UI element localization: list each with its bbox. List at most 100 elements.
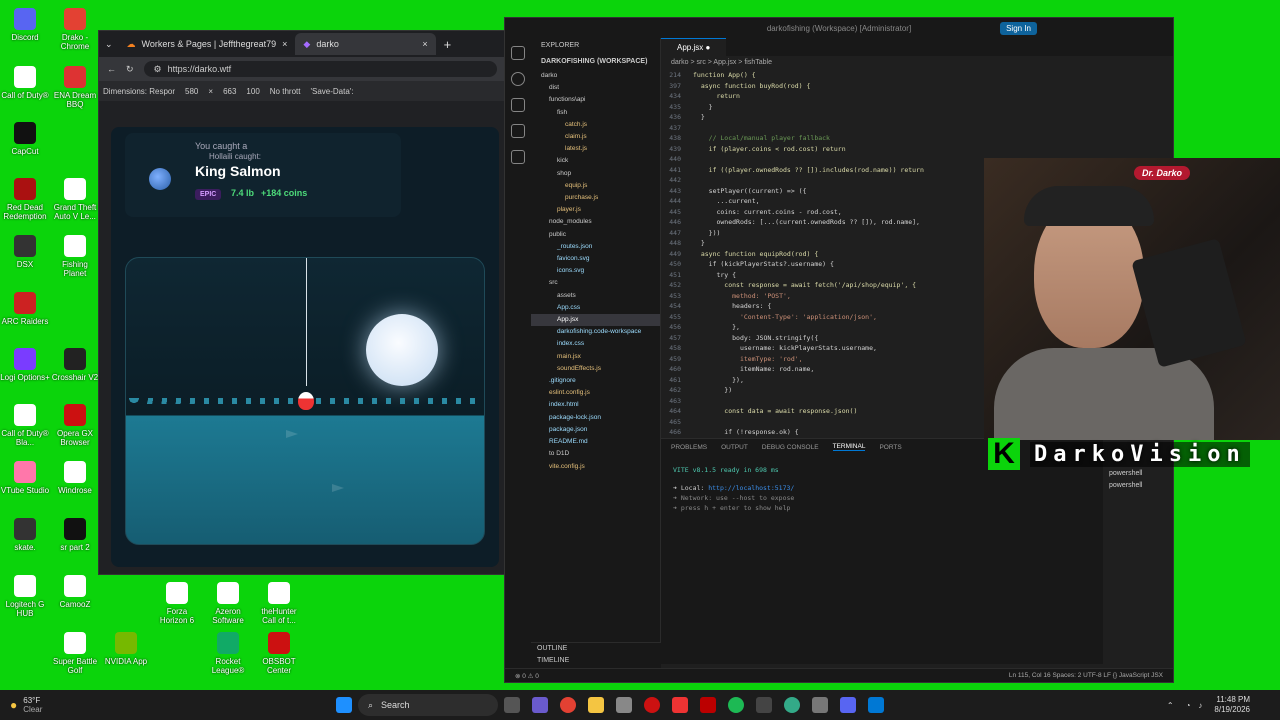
- file-explorer-icon[interactable]: [588, 697, 604, 713]
- panel-tab[interactable]: OUTPUT: [721, 444, 748, 451]
- weather-widget[interactable]: ● 63°F Clear: [0, 696, 330, 714]
- desktop-icon[interactable]: Discord: [0, 8, 50, 42]
- tree-item[interactable]: eslint.config.js: [531, 387, 660, 399]
- discord-icon[interactable]: [840, 697, 856, 713]
- tree-item[interactable]: public: [531, 229, 660, 241]
- desktop-icon[interactable]: Drako - Chrome: [50, 8, 100, 51]
- desktop-icon[interactable]: DSX: [0, 235, 50, 269]
- tree-item[interactable]: App.jsx: [531, 314, 660, 327]
- workspace-title[interactable]: DARKOFISHING (WORKSPACE): [531, 54, 660, 70]
- opera-icon[interactable]: [644, 697, 660, 713]
- site-info-icon[interactable]: ⚙: [154, 64, 162, 75]
- store-icon[interactable]: [616, 697, 632, 713]
- volume-icon[interactable]: ♪: [1198, 701, 1202, 710]
- tree-item[interactable]: catch.js: [531, 119, 660, 131]
- extensions-icon[interactable]: [511, 150, 525, 164]
- url-input[interactable]: ⚙ https://darko.wtf: [143, 61, 497, 77]
- tree-item[interactable]: kick: [531, 155, 660, 167]
- desktop-icon[interactable]: Call of Duty® Bla...: [0, 404, 50, 447]
- throttle-select[interactable]: No thrott: [270, 87, 301, 96]
- close-icon[interactable]: ×: [282, 39, 287, 49]
- xbox-icon[interactable]: [756, 697, 772, 713]
- dimensions-select[interactable]: Dimensions: Respor: [103, 87, 175, 96]
- desktop-icon[interactable]: Logi Options+: [0, 348, 50, 382]
- tree-item[interactable]: darko: [531, 70, 660, 82]
- tree-item[interactable]: _routes.json: [531, 241, 660, 253]
- tree-item[interactable]: src: [531, 277, 660, 289]
- explorer-icon[interactable]: [511, 46, 525, 60]
- search-icon[interactable]: [511, 72, 525, 86]
- spotify-icon[interactable]: [728, 697, 744, 713]
- desktop-icon[interactable]: OBSBOT Center: [254, 632, 304, 675]
- browser-tab-workers[interactable]: ☁ Workers & Pages | Jeffthegreat79 ×: [119, 33, 296, 55]
- desktop-icon[interactable]: ENA Dream BBQ: [50, 66, 100, 109]
- tree-item[interactable]: dist: [531, 82, 660, 94]
- new-tab-icon[interactable]: +: [436, 37, 460, 52]
- desktop-icon[interactable]: Forza Horizon 6: [152, 582, 202, 625]
- tree-item[interactable]: darkofishing.code-workspace: [531, 326, 660, 338]
- tree-item[interactable]: index.html: [531, 399, 660, 411]
- desktop-icon[interactable]: Rocket League®: [203, 632, 253, 675]
- zoom-select[interactable]: 100: [246, 87, 259, 96]
- tree-item[interactable]: package-lock.json: [531, 412, 660, 424]
- desktop-icon[interactable]: skate.: [0, 518, 50, 552]
- tree-item[interactable]: soundEffects.js: [531, 363, 660, 375]
- tree-item[interactable]: functions\api: [531, 94, 660, 106]
- tree-item[interactable]: main.jsx: [531, 351, 660, 363]
- copilot-icon[interactable]: [532, 697, 548, 713]
- tree-item[interactable]: index.css: [531, 338, 660, 350]
- tree-item[interactable]: purchase.js: [531, 192, 660, 204]
- reload-icon[interactable]: ↻: [126, 64, 134, 75]
- desktop-icon[interactable]: Super Battle Golf: [50, 632, 100, 675]
- network-icon[interactable]: ◔: [1186, 701, 1191, 710]
- settings-icon[interactable]: [812, 697, 828, 713]
- chrome-icon[interactable]: [560, 697, 576, 713]
- chrome-dev-icon[interactable]: [784, 697, 800, 713]
- tree-item[interactable]: player.js: [531, 204, 660, 216]
- tree-item[interactable]: assets: [531, 290, 660, 302]
- editor-tab-app-jsx[interactable]: App.jsx ●: [661, 38, 727, 56]
- tree-item[interactable]: to D1D: [531, 448, 660, 460]
- desktop-icon[interactable]: VTube Studio: [0, 461, 50, 495]
- desktop-icon[interactable]: Crosshair V2: [50, 348, 100, 382]
- desktop-icon[interactable]: theHunter Call of t...: [254, 582, 304, 625]
- unsaved-dot-icon[interactable]: ●: [705, 43, 710, 52]
- netflix-icon[interactable]: [700, 697, 716, 713]
- tree-item[interactable]: README.md: [531, 436, 660, 448]
- fishing-scene[interactable]: [125, 257, 485, 545]
- tree-item[interactable]: node_modules: [531, 216, 660, 228]
- height-input[interactable]: 663: [223, 87, 236, 96]
- tree-item[interactable]: fish: [531, 107, 660, 119]
- desktop-icon[interactable]: Grand Theft Auto V Le...: [50, 178, 100, 221]
- taskview-icon[interactable]: [504, 697, 520, 713]
- terminal-item[interactable]: powershell: [1109, 480, 1167, 492]
- maps-icon[interactable]: [672, 697, 688, 713]
- desktop-icon[interactable]: CamooZ: [50, 575, 100, 609]
- back-icon[interactable]: ←: [107, 64, 116, 74]
- desktop-icon[interactable]: Opera GX Browser: [50, 404, 100, 447]
- outline-header[interactable]: OUTLINE: [537, 643, 661, 655]
- tree-item[interactable]: vite.config.js: [531, 461, 660, 473]
- clock[interactable]: 11:48 PM 8/19/2026: [1214, 695, 1250, 715]
- vscode-icon[interactable]: [868, 697, 884, 713]
- tree-item[interactable]: favicon.svg: [531, 253, 660, 265]
- breadcrumb[interactable]: darko > src > App.jsx > fishTable: [661, 56, 1173, 70]
- panel-tab[interactable]: TERMINAL: [832, 443, 866, 451]
- desktop-icon[interactable]: ARC Raiders: [0, 292, 50, 326]
- tab-list-icon[interactable]: ⌄: [99, 39, 119, 50]
- panel-tab[interactable]: PROBLEMS: [671, 444, 707, 451]
- tree-item[interactable]: icons.svg: [531, 265, 660, 277]
- desktop-icon[interactable]: NVIDIA App: [101, 632, 151, 666]
- desktop-icon[interactable]: Red Dead Redemption: [0, 178, 50, 221]
- close-icon[interactable]: ×: [422, 39, 427, 49]
- desktop-icon[interactable]: Logitech G HUB: [0, 575, 50, 618]
- tree-item[interactable]: App.css: [531, 302, 660, 314]
- tree-item[interactable]: .gitignore: [531, 375, 660, 387]
- width-input[interactable]: 580: [185, 87, 198, 96]
- tree-item[interactable]: claim.js: [531, 131, 660, 143]
- tray-chevron-icon[interactable]: ⌃: [1167, 701, 1174, 710]
- desktop-icon[interactable]: Fishing Planet: [50, 235, 100, 278]
- timeline-header[interactable]: TIMELINE: [537, 655, 661, 667]
- desktop-icon[interactable]: CapCut: [0, 122, 50, 156]
- editor-status[interactable]: Ln 115, Col 16 Spaces: 2 UTF-8 LF {} Jav…: [1009, 672, 1163, 679]
